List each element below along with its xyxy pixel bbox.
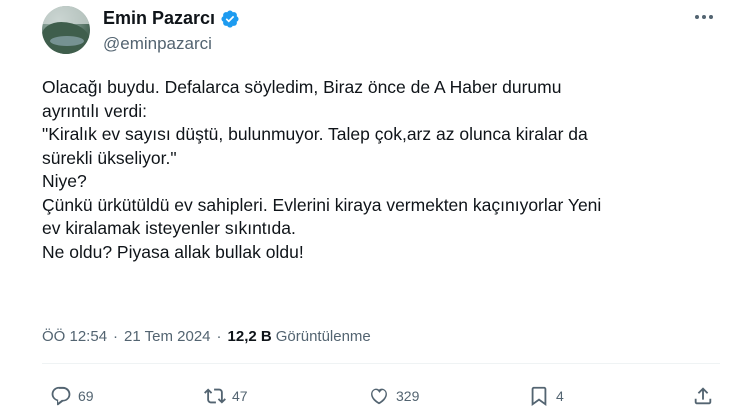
tweet-line: ayrıntılı verdi:	[42, 100, 148, 121]
action-bar: 69 47 329 4	[42, 385, 722, 409]
divider	[42, 363, 720, 364]
more-options-icon[interactable]	[695, 12, 719, 22]
verified-badge-icon[interactable]	[220, 9, 240, 29]
author-display-name[interactable]: Emin Pazarcı	[103, 8, 215, 29]
tweet-meta: ÖÖ 12:54 · 21 Tem 2024 · 12,2 B Görüntül…	[42, 328, 371, 345]
heart-icon	[371, 388, 387, 405]
author-handle[interactable]: @eminpazarci	[103, 34, 212, 54]
tweet-line: Çünkü ürkütüldü ev sahipleri. Evlerini k…	[42, 194, 602, 215]
more-dot	[702, 15, 706, 19]
meta-separator: ·	[216, 328, 222, 345]
more-dot	[695, 15, 699, 19]
like-button[interactable]: 329	[368, 385, 419, 407]
reply-count: 69	[78, 388, 94, 404]
like-count: 329	[396, 388, 420, 404]
reply-button[interactable]: 69	[50, 385, 94, 407]
views-count: 12,2 B	[227, 328, 272, 345]
tweet-line: ev kiralamak isteyenler sıkıntıda.	[42, 218, 296, 238]
tweet-line: Ne oldu? Piyasa allak bullak oldu!	[42, 241, 304, 262]
more-dot	[709, 15, 713, 19]
tweet-line: Niye?	[42, 171, 87, 191]
share-button[interactable]	[692, 385, 714, 407]
repost-count: 47	[232, 388, 248, 404]
avatar[interactable]	[42, 6, 90, 54]
tweet-line: "Kiralık ev sayısı düştü, bulunmuyor. Ta…	[42, 124, 588, 144]
repost-icon	[204, 388, 226, 404]
bookmark-icon	[531, 386, 547, 407]
bookmark-count: 4	[556, 388, 564, 404]
tweet-time[interactable]: ÖÖ 12:54	[42, 328, 107, 345]
meta-separator: ·	[113, 328, 119, 345]
reply-icon	[51, 386, 71, 406]
tweet-line: sürekli ükseliyor."	[42, 147, 177, 168]
views-label: Görüntülenme	[275, 328, 371, 345]
avatar-water	[50, 36, 84, 46]
tweet-line: Olacağı buydu. Defalarca söyledim, Biraz…	[42, 77, 562, 97]
tweet-text: Olacağı buydu. Defalarca söyledim, Biraz…	[42, 76, 702, 264]
share-icon	[694, 387, 712, 405]
bookmark-button[interactable]: 4	[528, 385, 564, 407]
tweet-date[interactable]: 21 Tem 2024	[124, 328, 210, 345]
repost-button[interactable]: 47	[204, 385, 248, 407]
